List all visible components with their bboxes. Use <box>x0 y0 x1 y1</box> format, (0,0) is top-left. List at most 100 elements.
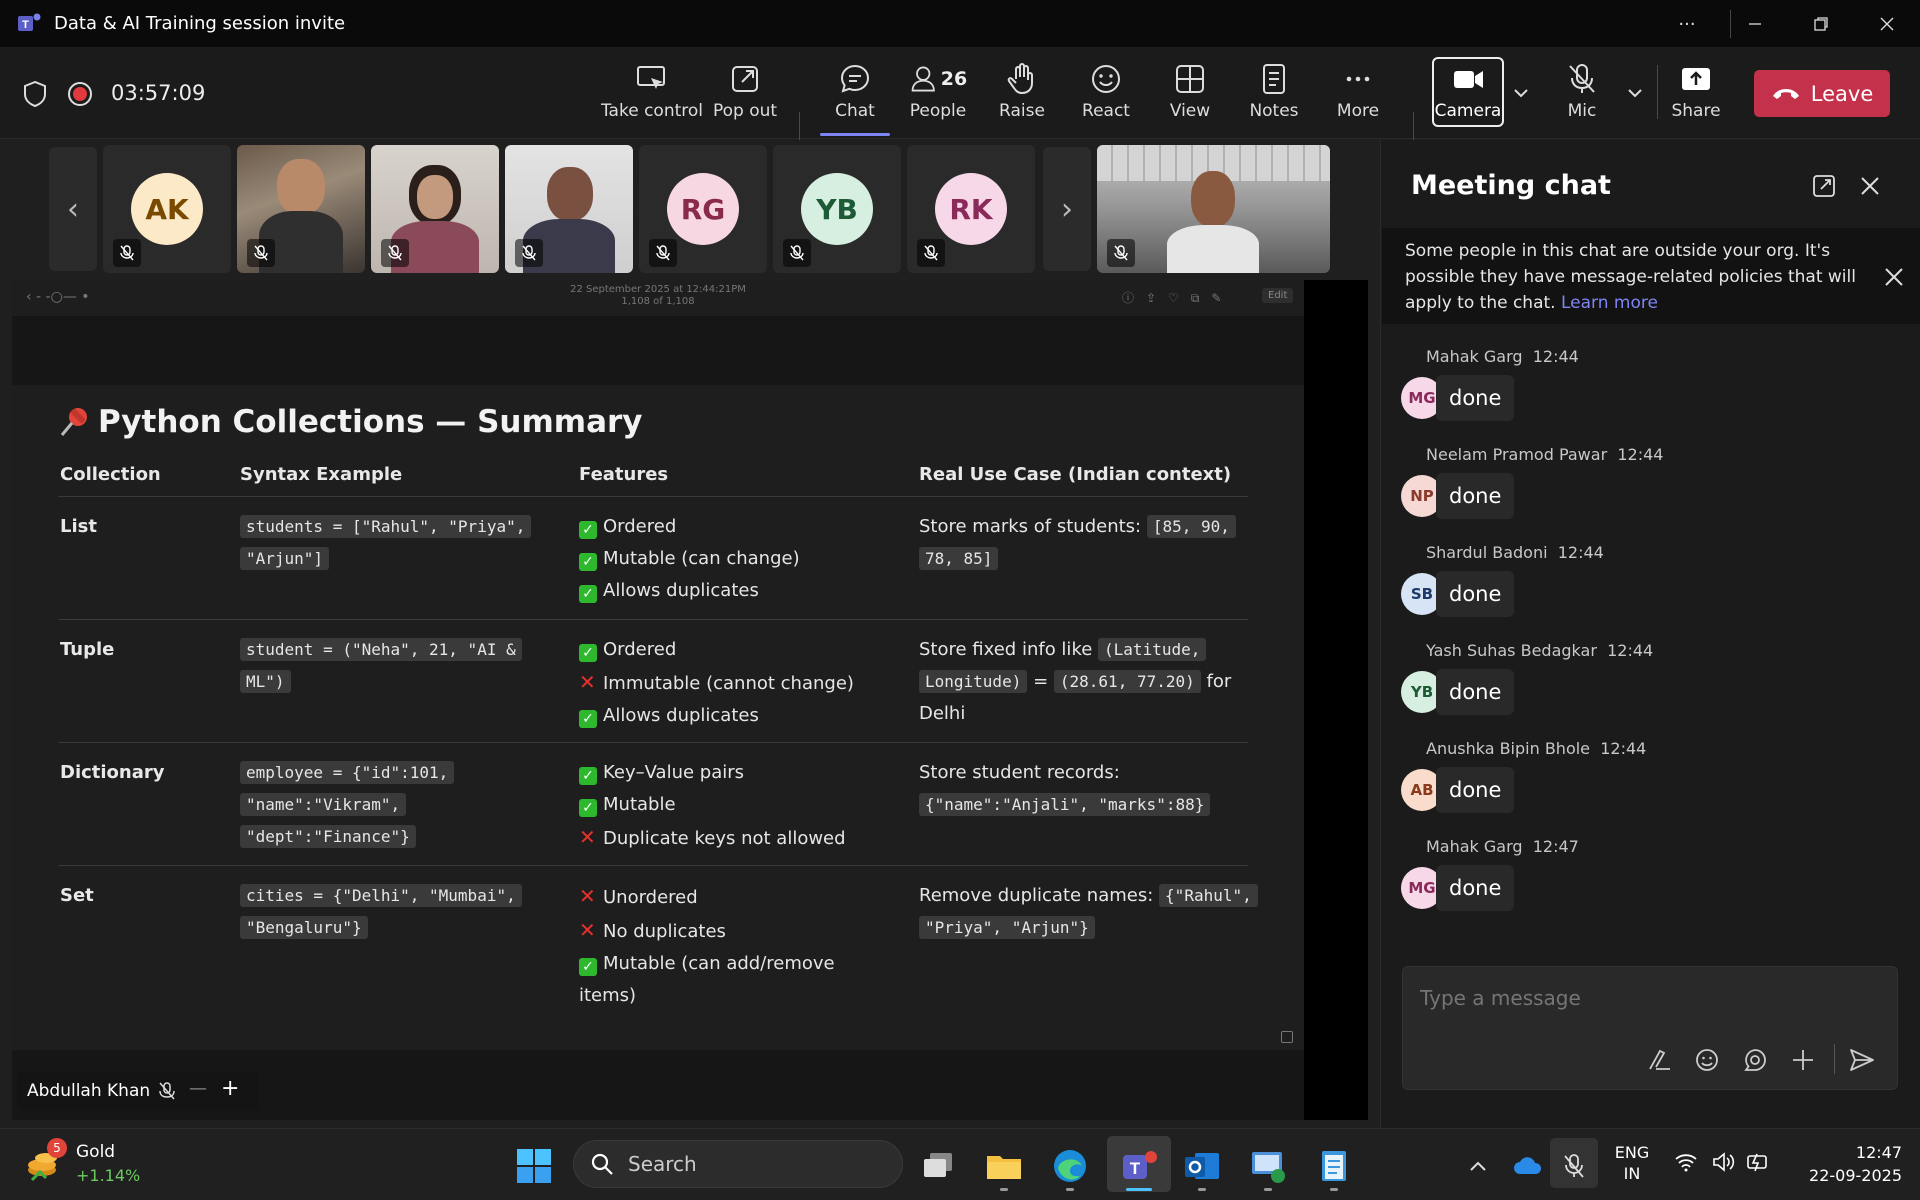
muted-mic-icon <box>515 239 543 267</box>
pop-out-icon <box>732 66 758 92</box>
syntax-dictionary: employee = {"id":101, "name":"Vikram", "… <box>240 757 455 853</box>
use-case-set: Remove duplicate names: {"Rahul", "Priya… <box>919 880 1258 944</box>
message-input[interactable] <box>1420 986 1820 1010</box>
message-bubble[interactable]: done <box>1436 669 1514 715</box>
share-button[interactable]: Share <box>1664 57 1728 135</box>
muted-mic-icon <box>247 239 275 267</box>
close-window-button[interactable] <box>1862 8 1912 40</box>
battery-icon[interactable] <box>1746 1150 1772 1178</box>
shield-icon[interactable] <box>22 80 48 112</box>
dismiss-notice-icon[interactable] <box>1883 266 1905 292</box>
raise-hand-icon <box>1007 63 1033 94</box>
more-options-icon[interactable]: ··· <box>1662 8 1712 40</box>
raise-hand-button[interactable]: Raise <box>990 57 1054 135</box>
search-label: Search <box>628 1152 697 1176</box>
self-video-tile[interactable] <box>1097 145 1330 273</box>
image-viewer-toolbar: ‹ - -○— • 22 September 2025 at 12:44:21P… <box>12 280 1304 316</box>
viewer-date: 22 September 2025 at 12:44:21PM <box>570 284 746 295</box>
mic-options-chevron-icon[interactable] <box>1626 84 1644 103</box>
teams-app-icon: T <box>16 11 42 35</box>
next-participants-button[interactable]: › <box>1043 147 1091 271</box>
check-icon: ✓ <box>579 710 597 728</box>
message-bubble[interactable]: done <box>1436 865 1514 911</box>
participant-tile-yb[interactable]: YB <box>773 145 901 273</box>
running-indicator <box>1198 1188 1206 1191</box>
participant-tile-rg[interactable]: RG <box>639 145 767 273</box>
smiley-icon <box>1092 65 1120 93</box>
zoom-out-icon[interactable]: — <box>189 1078 207 1099</box>
notes-button[interactable]: Notes <box>1242 57 1306 135</box>
participant-tile-rk[interactable]: RK <box>907 145 1035 273</box>
table-header-use-case: Real Use Case (Indian context) <box>919 464 1232 485</box>
use-case-dictionary: Store student records: {"name":"Anjali",… <box>919 757 1211 821</box>
camera-button[interactable]: Camera <box>1432 57 1504 135</box>
mic-button[interactable]: Mic <box>1550 57 1614 135</box>
people-button[interactable]: 26 People <box>906 57 970 135</box>
windows-start-icon[interactable] <box>512 1144 556 1188</box>
mic-muted-tray-icon[interactable] <box>1552 1144 1596 1188</box>
chat-button[interactable]: Chat <box>820 57 890 135</box>
minimize-button[interactable] <box>1730 8 1780 40</box>
participant-video-tile[interactable] <box>371 145 499 273</box>
message-bubble[interactable]: done <box>1436 375 1514 421</box>
take-control-button[interactable]: Take control <box>601 57 703 135</box>
leave-button[interactable]: Leave <box>1754 70 1890 117</box>
loop-icon[interactable] <box>1739 1044 1771 1076</box>
fullscreen-icon[interactable] <box>1281 1031 1293 1043</box>
restore-button[interactable] <box>1796 8 1846 40</box>
emoji-icon[interactable] <box>1691 1044 1723 1076</box>
format-icon[interactable] <box>1643 1044 1675 1076</box>
view-button[interactable]: View <box>1158 57 1222 135</box>
react-button[interactable]: React <box>1074 57 1138 135</box>
camera-options-chevron-icon[interactable] <box>1512 84 1530 103</box>
message-bubble[interactable]: done <box>1436 473 1514 519</box>
more-dots-icon <box>1346 76 1370 82</box>
person-video-face <box>1191 171 1235 227</box>
previous-participants-button[interactable]: ‹ <box>49 147 97 271</box>
show-hidden-icons-chevron[interactable] <box>1456 1144 1500 1188</box>
teams-taskbar-icon[interactable]: T <box>1117 1144 1161 1188</box>
running-indicator <box>1330 1188 1338 1191</box>
recording-icon <box>66 80 94 112</box>
participant-tile-ak[interactable]: AK <box>103 145 231 273</box>
edge-browser-icon[interactable] <box>1048 1144 1092 1188</box>
task-view-icon[interactable] <box>916 1144 960 1188</box>
features-dictionary: ✓ Key–Value pairs ✓ Mutable ✕ Duplicate key… <box>579 757 846 855</box>
wifi-icon[interactable] <box>1674 1152 1698 1176</box>
viewer-edit-button[interactable]: Edit <box>1262 288 1294 303</box>
remote-desktop-icon[interactable] <box>1246 1144 1290 1188</box>
message-bubble[interactable]: done <box>1436 571 1514 617</box>
message-sender: Anushka Bipin Bhole 12:44 <box>1426 739 1647 758</box>
muted-mic-icon <box>649 239 677 267</box>
message-bubble[interactable]: done <box>1436 767 1514 813</box>
taskbar-search[interactable] <box>573 1140 903 1188</box>
zoom-in-icon[interactable]: + <box>221 1076 239 1101</box>
row-name-list: List <box>60 516 97 537</box>
features-tuple: ✓ Ordered ✕ Immutable (cannot change) ✓ All… <box>579 639 854 728</box>
participant-video-tile[interactable] <box>237 145 365 273</box>
message-sender: Yash Suhas Bedagkar 12:44 <box>1426 641 1654 660</box>
close-chat-icon[interactable] <box>1858 174 1882 202</box>
volume-icon[interactable] <box>1712 1152 1736 1176</box>
pop-out-chat-icon[interactable] <box>1811 173 1837 203</box>
viewer-actions-icons[interactable]: ⓘ⇪♡⧉✎ <box>1122 289 1233 306</box>
file-explorer-icon[interactable] <box>982 1144 1026 1188</box>
onedrive-icon[interactable] <box>1505 1144 1549 1188</box>
attach-plus-icon[interactable] <box>1787 1044 1819 1076</box>
more-button[interactable]: More <box>1326 57 1390 135</box>
participant-video-tile[interactable] <box>505 145 633 273</box>
features-list: ✓ Ordered ✓ Mutable (can change) ✓ Allows d… <box>579 511 800 607</box>
pushpin-icon <box>58 405 92 443</box>
cross-icon: ✕ <box>579 825 596 849</box>
pop-out-button[interactable]: Pop out <box>712 57 778 135</box>
send-icon[interactable] <box>1846 1044 1878 1076</box>
outlook-icon[interactable] <box>1180 1144 1224 1188</box>
learn-more-link[interactable]: Learn more <box>1561 293 1658 313</box>
language-indicator[interactable]: ENG IN <box>1614 1142 1650 1184</box>
clock[interactable]: 12:47 22-09-2025 <box>1790 1141 1902 1187</box>
screen-letterbox <box>1304 280 1368 1120</box>
compose-divider <box>1834 1044 1835 1074</box>
notepad-icon[interactable] <box>1312 1144 1356 1188</box>
check-icon: ✓ <box>579 958 597 976</box>
muted-mic-icon <box>381 239 409 267</box>
